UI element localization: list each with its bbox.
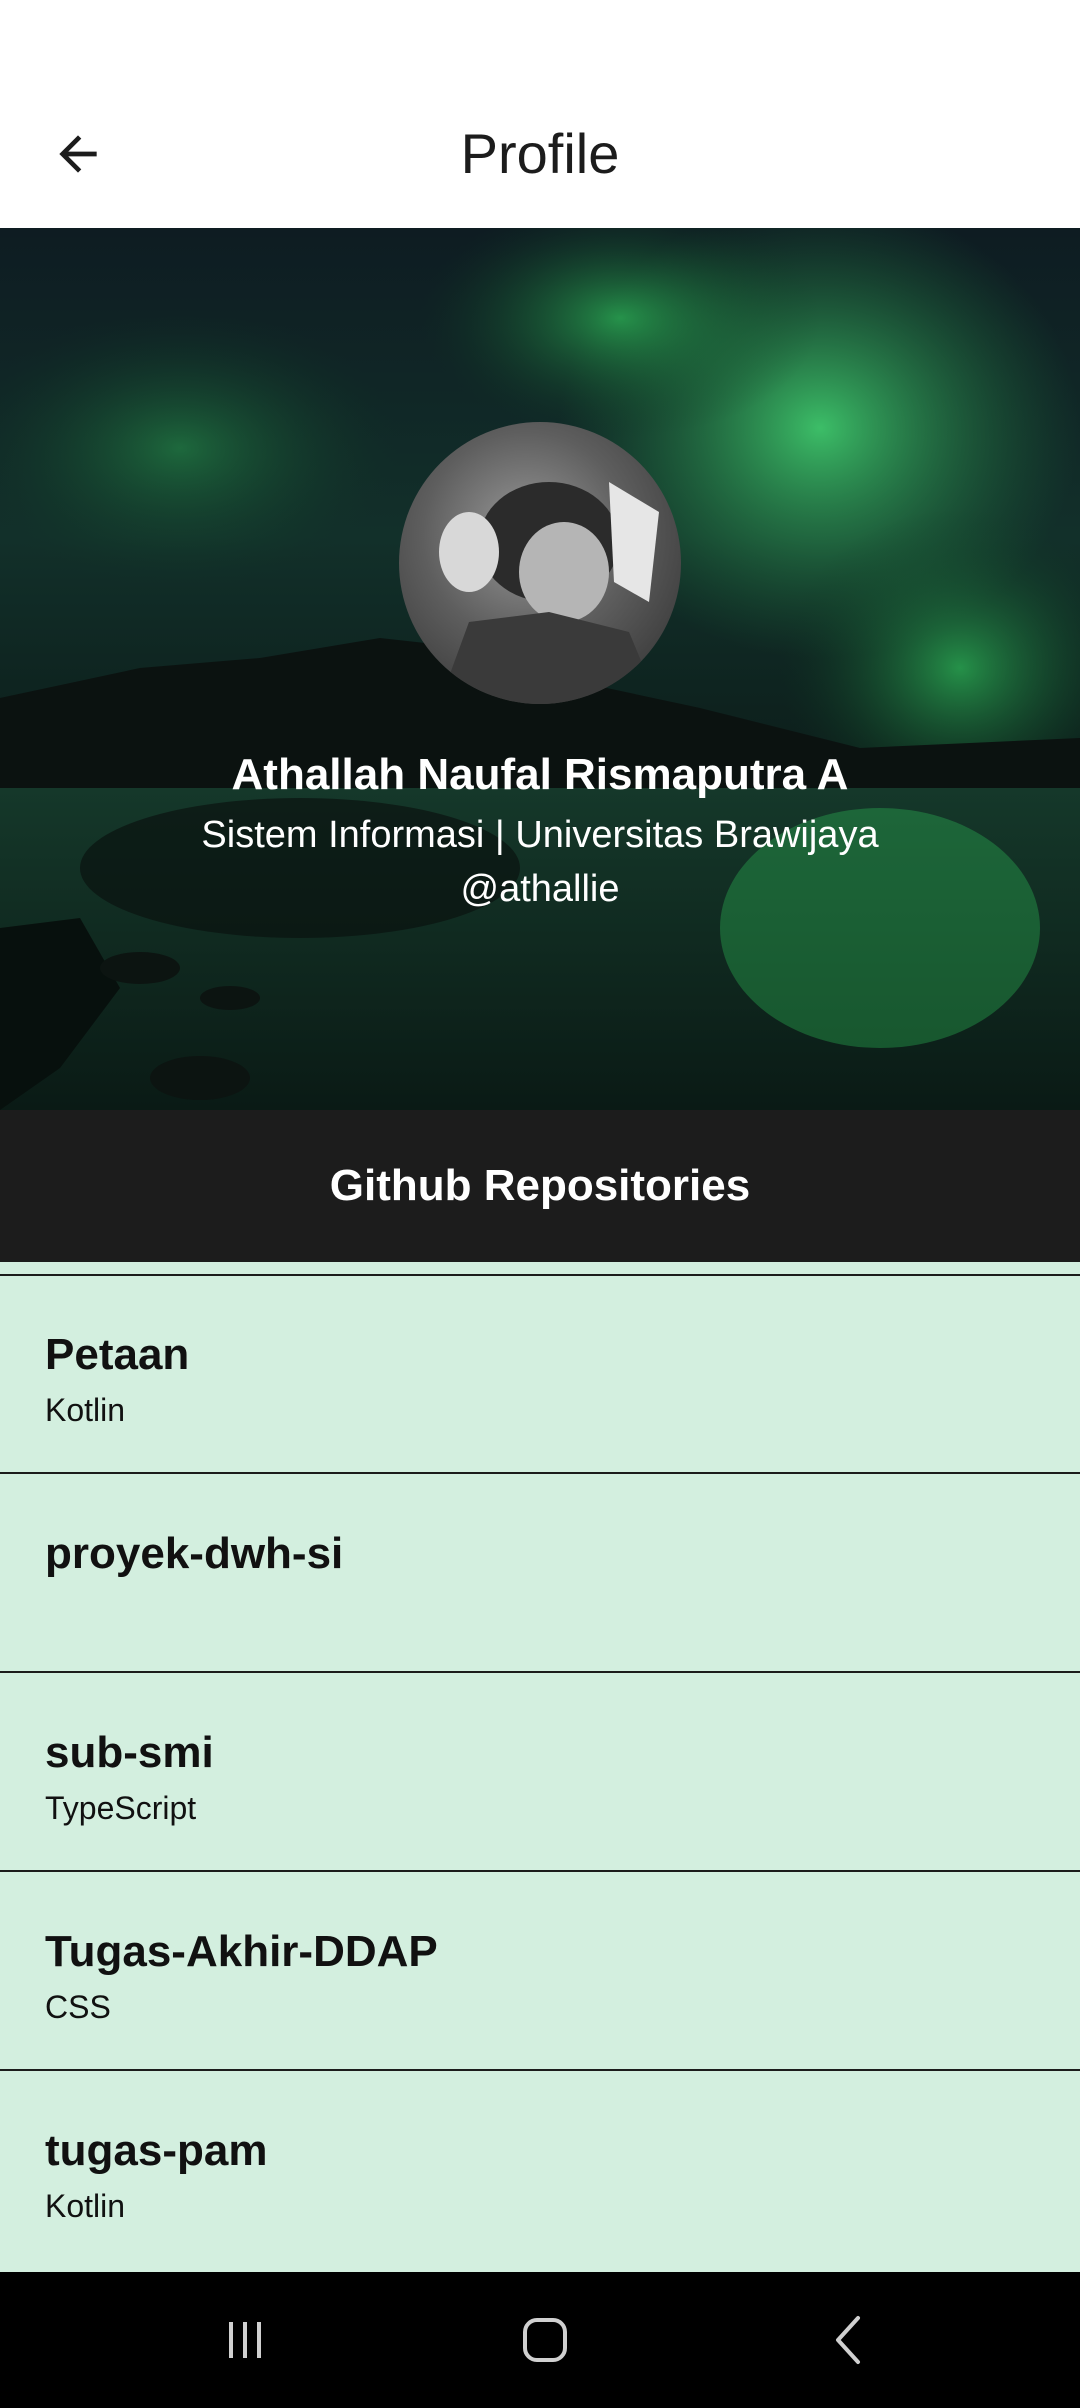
repositories-title: Github Repositories — [329, 1161, 751, 1210]
repositories-header: Github Repositories — [0, 1110, 1080, 1262]
list-item[interactable]: sub-smi TypeScript — [0, 1674, 1080, 1872]
repo-name: tugas-pam — [45, 2126, 268, 2175]
app-bar: Profile — [0, 70, 1080, 228]
status-bar — [0, 0, 1080, 70]
repo-name: Petaan — [45, 1330, 190, 1379]
home-icon — [523, 2318, 567, 2362]
avatar-photo — [439, 482, 659, 704]
list-item[interactable]: tugas-pam Kotlin — [0, 2072, 1080, 2270]
avatar — [399, 422, 681, 704]
list-item[interactable]: Petaan Kotlin — [0, 1276, 1080, 1474]
repo-language: CSS — [45, 1989, 111, 2025]
profile-subtitle: Sistem Informasi | Universitas Brawijaya — [201, 814, 879, 856]
recents-icon — [229, 2322, 261, 2358]
repo-name: sub-smi — [45, 1728, 214, 1777]
system-navigation-bar — [0, 2272, 1080, 2408]
profile-name: Athallah Naufal Rismaputra A — [231, 750, 849, 799]
list-item[interactable]: proyek-dwh-si — [0, 1475, 1080, 1673]
repo-name: proyek-dwh-si — [45, 1529, 344, 1578]
repository-list[interactable]: Petaan Kotlin proyek-dwh-si sub-smi Type… — [0, 1262, 1080, 2272]
back-chevron-icon — [836, 2316, 860, 2364]
repo-language: Kotlin — [45, 1392, 126, 1428]
repo-language: Kotlin — [45, 2188, 126, 2224]
page-title: Profile — [460, 122, 620, 185]
recents-button[interactable] — [205, 2300, 285, 2380]
home-button[interactable] — [505, 2300, 585, 2380]
profile-username: @athallie — [460, 868, 620, 910]
repo-name: Tugas-Akhir-DDAP — [45, 1927, 438, 1976]
repo-language: TypeScript — [45, 1790, 197, 1826]
list-item[interactable]: Tugas-Akhir-DDAP CSS — [0, 1873, 1080, 2071]
system-back-button[interactable] — [810, 2300, 890, 2380]
profile-hero: Athallah Naufal Rismaputra A Sistem Info… — [0, 228, 1080, 1110]
